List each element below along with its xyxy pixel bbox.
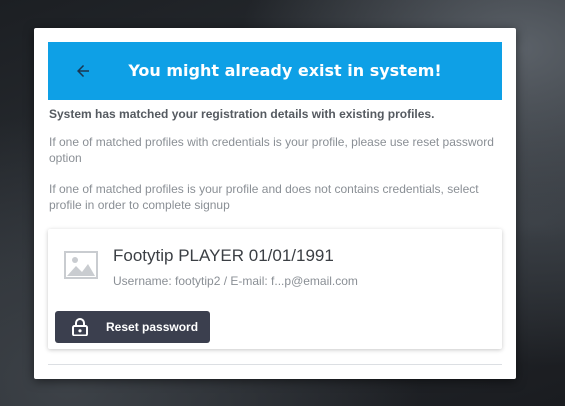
profile-details: Username: footytip2 / E-mail: f...p@emai…	[113, 274, 358, 288]
dialog-footer-divider	[48, 364, 502, 365]
profile-name: Footytip PLAYER 01/01/1991	[113, 246, 334, 265]
image-placeholder-icon	[64, 251, 98, 279]
lock-icon	[72, 318, 88, 336]
dialog-title: You might already exist in system!	[128, 61, 442, 80]
reset-instruction-text: If one of matched profiles with credenti…	[49, 135, 494, 165]
profile-card[interactable]: Footytip PLAYER 01/01/1991 Username: foo…	[48, 229, 502, 349]
existing-profile-dialog: You might already exist in system! Syste…	[34, 28, 516, 379]
reset-password-label: Reset password	[106, 320, 199, 334]
dialog-header: You might already exist in system!	[48, 42, 502, 100]
match-summary-text: System has matched your registration det…	[49, 107, 435, 121]
select-instruction-text: If one of matched profiles is your profi…	[49, 182, 479, 212]
reset-password-button[interactable]: Reset password	[55, 311, 210, 343]
